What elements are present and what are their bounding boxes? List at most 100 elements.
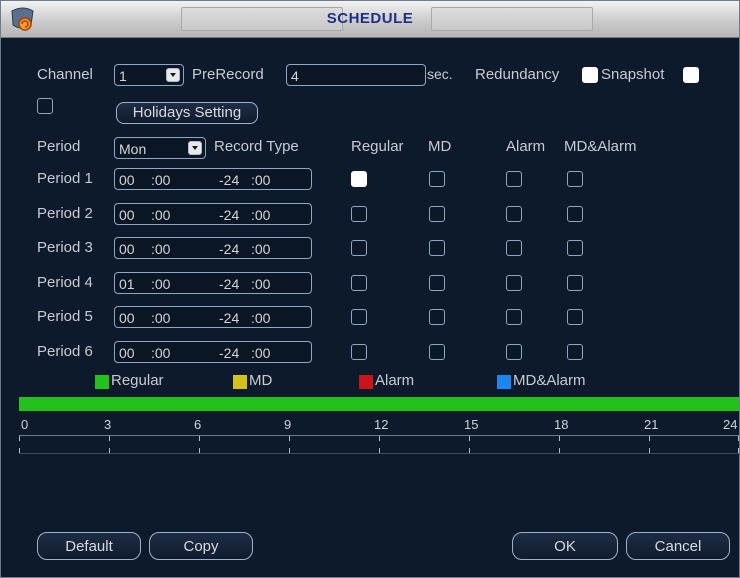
period-label: Period 4 xyxy=(37,274,93,291)
md-alarm-checkbox[interactable] xyxy=(567,275,583,291)
timeline-tick xyxy=(19,436,20,441)
alarm-checkbox[interactable] xyxy=(506,275,522,291)
start-minute: :00 xyxy=(151,241,171,257)
channel-label: Channel xyxy=(37,66,93,83)
period-label: Period 5 xyxy=(37,308,93,325)
copy-button[interactable]: Copy xyxy=(149,532,253,560)
regular-checkbox[interactable] xyxy=(351,309,367,325)
prerecord-input[interactable]: 4 xyxy=(286,64,426,86)
end-minute: :00 xyxy=(251,172,271,188)
md-checkbox[interactable] xyxy=(429,309,445,325)
md-checkbox[interactable] xyxy=(429,171,445,187)
timeline-tick xyxy=(379,448,380,453)
timeline-tick-label: 12 xyxy=(374,417,389,432)
period-time-input[interactable]: 00 :00 -24 :00 xyxy=(114,341,312,363)
period-time-input[interactable]: 00 :00 -24 :00 xyxy=(114,306,312,328)
timeline-tick xyxy=(19,448,20,453)
legend-label: MD&Alarm xyxy=(513,372,586,389)
timeline-bar xyxy=(19,397,739,411)
chevron-down-icon xyxy=(166,68,180,82)
regular-checkbox[interactable] xyxy=(351,206,367,222)
legend-label: Regular xyxy=(111,372,164,389)
redundancy-label: Redundancy xyxy=(475,66,560,83)
legend-swatch xyxy=(359,375,373,389)
prerecord-label: PreRecord xyxy=(192,66,264,83)
timeline-tick xyxy=(559,436,560,441)
end-minute: :00 xyxy=(251,276,271,292)
timeline-tick xyxy=(738,448,739,453)
end-hour: -24 xyxy=(219,207,240,223)
timeline-tick xyxy=(469,448,470,453)
md-alarm-checkbox[interactable] xyxy=(567,344,583,360)
timeline-tick xyxy=(649,448,650,453)
channel-select[interactable]: 1 xyxy=(114,64,184,86)
md-alarm-checkbox[interactable] xyxy=(567,206,583,222)
prerecord-unit: sec. xyxy=(427,66,453,82)
md-checkbox[interactable] xyxy=(429,275,445,291)
period-time-input[interactable]: 00 :00 -24 :00 xyxy=(114,203,312,225)
regular-checkbox[interactable] xyxy=(351,275,367,291)
legend-label: Alarm xyxy=(375,372,415,389)
md-checkbox[interactable] xyxy=(429,344,445,360)
end-minute: :00 xyxy=(251,207,271,223)
period-time-input[interactable]: 01 :00 -24 :00 xyxy=(114,272,312,294)
window-title: SCHEDULE xyxy=(326,10,414,27)
legend-swatch xyxy=(497,375,511,389)
md-alarm-checkbox[interactable] xyxy=(567,240,583,256)
timeline-tick xyxy=(109,448,110,453)
day-select[interactable]: Mon xyxy=(114,137,206,159)
timeline-tick xyxy=(199,436,200,441)
period-time-input[interactable]: 00 :00 -24 :00 xyxy=(114,237,312,259)
day-value: Mon xyxy=(119,141,147,157)
chevron-down-icon xyxy=(188,141,202,155)
period-time-input[interactable]: 00 :00 -24 :00 xyxy=(114,168,312,190)
alarm-checkbox[interactable] xyxy=(506,240,522,256)
timeline-tick xyxy=(559,448,560,453)
start-hour: 00 xyxy=(119,345,135,361)
alarm-checkbox[interactable] xyxy=(506,171,522,187)
regular-checkbox[interactable] xyxy=(351,344,367,360)
title-bar: SCHEDULE xyxy=(1,1,739,38)
md-alarm-checkbox[interactable] xyxy=(567,309,583,325)
schedule-window: SCHEDULE Channel 1 PreRecord 4 sec. Redu… xyxy=(0,0,740,578)
timeline-tick-label: 21 xyxy=(644,417,659,432)
start-minute: :00 xyxy=(151,172,171,188)
start-hour: 00 xyxy=(119,241,135,257)
timeline-tick xyxy=(469,436,470,441)
alarm-checkbox[interactable] xyxy=(506,309,522,325)
end-minute: :00 xyxy=(251,241,271,257)
timeline-tick-label: 18 xyxy=(554,417,569,432)
end-hour: -24 xyxy=(219,276,240,292)
start-hour: 00 xyxy=(119,310,135,326)
timeline-tick xyxy=(289,436,290,441)
md-checkbox[interactable] xyxy=(429,240,445,256)
regular-checkbox[interactable] xyxy=(351,171,367,187)
md-header: MD xyxy=(428,138,452,155)
md-alarm-checkbox[interactable] xyxy=(567,171,583,187)
start-hour: 00 xyxy=(119,172,135,188)
timeline-tick-label: 9 xyxy=(284,417,292,432)
period-header: Period xyxy=(37,138,81,155)
legend-swatch xyxy=(233,375,247,389)
timeline-tick-label: 15 xyxy=(464,417,479,432)
alarm-checkbox[interactable] xyxy=(506,206,522,222)
ok-button[interactable]: OK xyxy=(512,532,618,560)
holidays-setting-button[interactable]: Holidays Setting xyxy=(116,102,258,124)
md-checkbox[interactable] xyxy=(429,206,445,222)
legend-label: MD xyxy=(249,372,273,389)
snapshot-checkbox[interactable] xyxy=(683,67,699,83)
end-hour: -24 xyxy=(219,172,240,188)
alarm-checkbox[interactable] xyxy=(506,344,522,360)
regular-checkbox[interactable] xyxy=(351,240,367,256)
default-button[interactable]: Default xyxy=(37,532,141,560)
cancel-button[interactable]: Cancel xyxy=(626,532,730,560)
timeline-tick xyxy=(289,448,290,453)
start-minute: :00 xyxy=(151,207,171,223)
start-hour: 01 xyxy=(119,276,135,292)
timeline-tick xyxy=(379,436,380,441)
timeline-tick xyxy=(738,436,739,441)
holidays-checkbox[interactable] xyxy=(37,98,53,114)
period-label: Period 2 xyxy=(37,205,93,222)
end-minute: :00 xyxy=(251,310,271,326)
redundancy-checkbox[interactable] xyxy=(582,67,598,83)
